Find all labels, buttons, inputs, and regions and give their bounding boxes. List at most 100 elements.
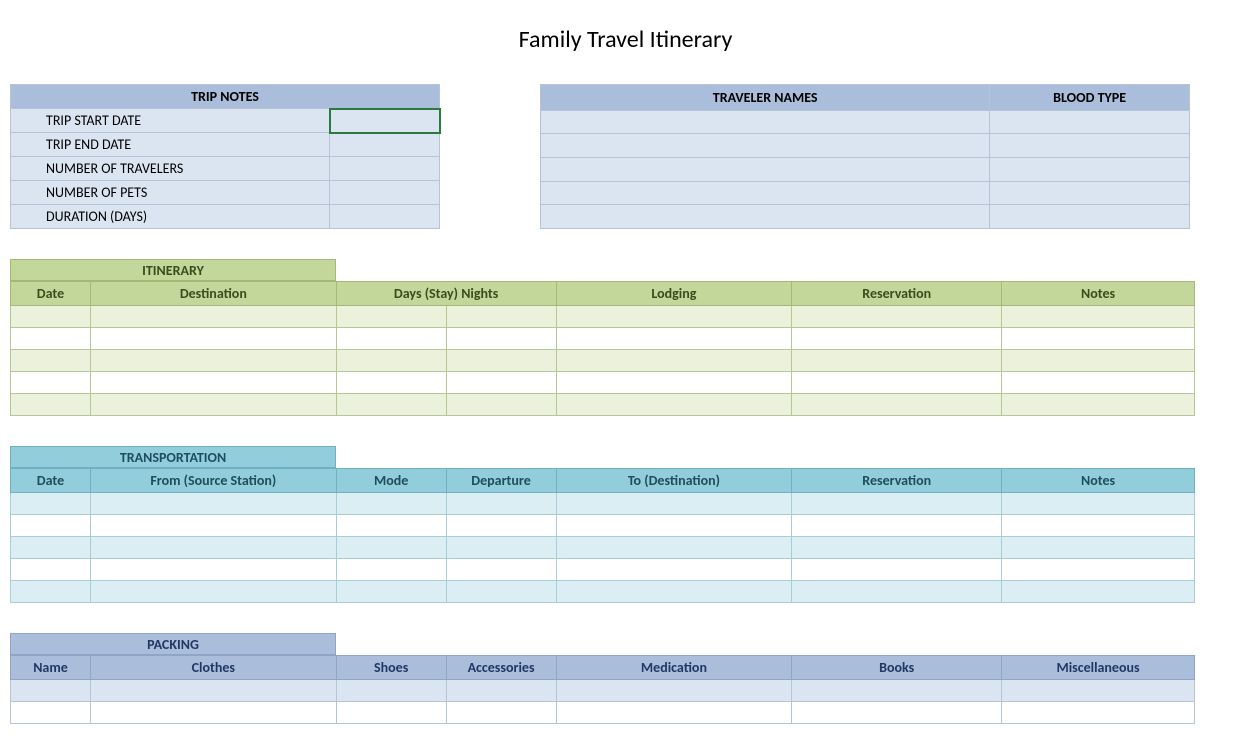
table-cell[interactable] xyxy=(90,350,336,372)
trip-notes-value-cell[interactable] xyxy=(330,205,440,229)
table-cell[interactable] xyxy=(90,493,336,515)
table-cell[interactable] xyxy=(446,702,556,724)
table-cell[interactable] xyxy=(90,515,336,537)
trip-notes-value-cell[interactable] xyxy=(330,181,440,205)
trip-notes-value-cell[interactable] xyxy=(330,133,440,157)
table-cell[interactable] xyxy=(446,306,556,328)
table-cell[interactable] xyxy=(792,537,1002,559)
table-cell[interactable] xyxy=(1002,515,1195,537)
table-cell[interactable] xyxy=(556,537,792,559)
table-cell[interactable] xyxy=(792,493,1002,515)
table-cell[interactable] xyxy=(1002,328,1195,350)
table-cell[interactable] xyxy=(336,680,446,702)
table-cell[interactable] xyxy=(336,372,446,394)
table-cell[interactable] xyxy=(11,537,91,559)
table-cell[interactable] xyxy=(1002,493,1195,515)
table-cell[interactable] xyxy=(446,680,556,702)
table-cell[interactable] xyxy=(336,328,446,350)
table-cell[interactable] xyxy=(556,680,792,702)
traveler-blood-cell[interactable] xyxy=(990,134,1190,158)
traveler-name-cell[interactable] xyxy=(541,110,990,134)
table-cell[interactable] xyxy=(90,537,336,559)
traveler-blood-cell[interactable] xyxy=(990,158,1190,182)
table-cell[interactable] xyxy=(11,306,91,328)
traveler-name-cell[interactable] xyxy=(541,205,990,229)
table-cell[interactable] xyxy=(792,350,1002,372)
trip-notes-value-cell[interactable] xyxy=(330,109,440,133)
table-cell[interactable] xyxy=(336,515,446,537)
table-cell[interactable] xyxy=(792,306,1002,328)
table-cell[interactable] xyxy=(446,581,556,603)
table-cell[interactable] xyxy=(792,680,1002,702)
table-cell[interactable] xyxy=(11,559,91,581)
table-cell[interactable] xyxy=(90,394,336,416)
table-cell[interactable] xyxy=(556,306,792,328)
trip-notes-label[interactable]: TRIP START DATE xyxy=(11,109,330,133)
trip-notes-label[interactable]: NUMBER OF TRAVELERS xyxy=(11,157,330,181)
table-cell[interactable] xyxy=(792,372,1002,394)
table-cell[interactable] xyxy=(11,372,91,394)
table-cell[interactable] xyxy=(11,680,91,702)
table-cell[interactable] xyxy=(336,702,446,724)
table-cell[interactable] xyxy=(556,372,792,394)
table-cell[interactable] xyxy=(1002,537,1195,559)
table-cell[interactable] xyxy=(446,515,556,537)
trip-notes-label[interactable]: NUMBER OF PETS xyxy=(11,181,330,205)
traveler-blood-cell[interactable] xyxy=(990,110,1190,134)
table-cell[interactable] xyxy=(556,394,792,416)
traveler-name-cell[interactable] xyxy=(541,134,990,158)
table-cell[interactable] xyxy=(792,328,1002,350)
table-cell[interactable] xyxy=(90,328,336,350)
table-cell[interactable] xyxy=(1002,680,1195,702)
table-cell[interactable] xyxy=(90,372,336,394)
table-cell[interactable] xyxy=(446,493,556,515)
table-cell[interactable] xyxy=(336,537,446,559)
table-cell[interactable] xyxy=(556,350,792,372)
table-cell[interactable] xyxy=(1002,394,1195,416)
table-cell[interactable] xyxy=(11,702,91,724)
table-cell[interactable] xyxy=(792,394,1002,416)
table-cell[interactable] xyxy=(792,559,1002,581)
table-cell[interactable] xyxy=(556,328,792,350)
table-cell[interactable] xyxy=(792,581,1002,603)
trip-notes-value-cell[interactable] xyxy=(330,157,440,181)
table-cell[interactable] xyxy=(1002,559,1195,581)
trip-notes-label[interactable]: TRIP END DATE xyxy=(11,133,330,157)
table-cell[interactable] xyxy=(336,306,446,328)
table-cell[interactable] xyxy=(446,394,556,416)
table-cell[interactable] xyxy=(556,581,792,603)
table-cell[interactable] xyxy=(336,493,446,515)
table-cell[interactable] xyxy=(90,581,336,603)
table-cell[interactable] xyxy=(11,350,91,372)
table-cell[interactable] xyxy=(90,702,336,724)
table-cell[interactable] xyxy=(556,702,792,724)
traveler-name-cell[interactable] xyxy=(541,181,990,205)
table-cell[interactable] xyxy=(90,306,336,328)
table-cell[interactable] xyxy=(1002,306,1195,328)
table-cell[interactable] xyxy=(792,702,1002,724)
table-cell[interactable] xyxy=(446,559,556,581)
table-cell[interactable] xyxy=(11,328,91,350)
table-cell[interactable] xyxy=(11,394,91,416)
table-cell[interactable] xyxy=(1002,581,1195,603)
table-cell[interactable] xyxy=(1002,702,1195,724)
table-cell[interactable] xyxy=(336,394,446,416)
table-cell[interactable] xyxy=(792,515,1002,537)
table-cell[interactable] xyxy=(446,328,556,350)
table-cell[interactable] xyxy=(336,559,446,581)
table-cell[interactable] xyxy=(556,515,792,537)
table-cell[interactable] xyxy=(11,581,91,603)
table-cell[interactable] xyxy=(446,350,556,372)
table-cell[interactable] xyxy=(11,493,91,515)
table-cell[interactable] xyxy=(11,515,91,537)
table-cell[interactable] xyxy=(90,559,336,581)
trip-notes-label[interactable]: DURATION (DAYS) xyxy=(11,205,330,229)
table-cell[interactable] xyxy=(336,350,446,372)
table-cell[interactable] xyxy=(336,581,446,603)
table-cell[interactable] xyxy=(446,372,556,394)
traveler-blood-cell[interactable] xyxy=(990,181,1190,205)
table-cell[interactable] xyxy=(90,680,336,702)
traveler-blood-cell[interactable] xyxy=(990,205,1190,229)
table-cell[interactable] xyxy=(1002,350,1195,372)
table-cell[interactable] xyxy=(556,559,792,581)
